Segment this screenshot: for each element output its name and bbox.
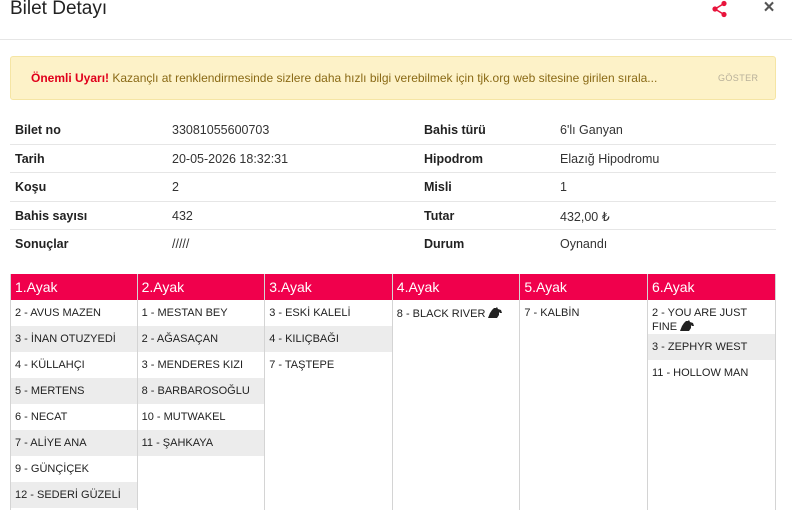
info-row: Bilet no 33081055600703 Bahis türü 6'lı Gan… <box>10 116 776 145</box>
horse-item: 4 - KÜLLAHÇI <box>11 352 137 378</box>
horse-name: 3 - ESKİ KALELİ <box>269 307 351 319</box>
ticket-info-table: Bilet no 33081055600703 Bahis türü 6'lı Gan… <box>10 116 776 259</box>
leg-column-3: 3.Ayak 3 - ESKİ KALELİ 4 - KILIÇBAĞI 7 - TA… <box>265 274 393 510</box>
horse-item: 8 - BARBAROSOĞLU <box>137 378 265 404</box>
info-value: 33081055600703 <box>172 123 270 137</box>
info-row: Sonuçlar ///// Durum Oynandı <box>10 230 776 259</box>
leg-column-5: 5.Ayak 7 - KALBİN <box>520 274 648 510</box>
horse-item: 4 - KILIÇBAĞI <box>265 326 392 352</box>
info-value: ///// <box>172 237 190 252</box>
info-value: 20-05-2026 18:32:31 <box>172 151 289 166</box>
horse-item: 1 - MESTAN BEY <box>138 300 265 326</box>
info-value: 432 <box>172 208 193 223</box>
horse-name: 2 - AVUS MAZEN <box>15 307 101 319</box>
horse-item: 7 - TAŞTEPE <box>265 352 392 378</box>
horse-name: 10 - MUTWAKEL <box>141 411 226 423</box>
leg-header: 3.Ayak <box>265 274 392 300</box>
horse-name: 1 - MESTAN BEY <box>141 307 228 319</box>
horse-name: 11 - HOLLOW MAN <box>651 367 749 379</box>
horse-name: 7 - KALBİN <box>524 307 580 319</box>
modal-header: Bilet Detayı × <box>0 0 792 40</box>
info-row: Tarih 20-05-2026 18:32:31 Hipodrom Elazığ H… <box>10 145 776 174</box>
alert-message: Önemli Uyarı! Kazançlı at renklendirmesi… <box>31 71 691 85</box>
alert-body: Kazançlı at renklendirmesinde sizlere da… <box>112 71 658 85</box>
horse-item: 5 - MERTENS <box>11 378 137 404</box>
horse-item: 11 - HOLLOW MAN <box>648 360 775 386</box>
leg-column-4: 4.Ayak 8 - BLACK RIVER <box>392 274 521 510</box>
horse-name: 8 - BLACK RIVER <box>396 308 486 320</box>
horse-name: 7 - TAŞTEPE <box>269 359 335 371</box>
info-label: Bilet no <box>15 123 61 137</box>
horse-name: 3 - MENDERES KIZI <box>141 359 244 371</box>
leg-column-2: 2.Ayak 1 - MESTAN BEY 2 - AĞASAÇAN 3 - MEND… <box>137 274 266 510</box>
info-value: 1 <box>560 180 567 195</box>
info-value: Elazığ Hipodromu <box>560 151 660 166</box>
horse-name: 2 - AĞASAÇAN <box>141 333 219 345</box>
horse-item: 6 - NECAT <box>11 404 137 430</box>
horse-item: 7 - ALİYE ANA <box>11 430 137 456</box>
horse-item: 3 - ESKİ KALELİ <box>265 300 392 326</box>
horse-name: 4 - KÜLLAHÇI <box>15 359 85 371</box>
info-label: Bahis sayısı <box>15 208 88 223</box>
horse-item: 7 - KALBİN <box>520 300 647 326</box>
warning-alert: Önemli Uyarı! Kazançlı at renklendirmesi… <box>10 56 776 100</box>
horse-item: 8 - BLACK RIVER <box>393 300 520 326</box>
info-label: Koşu <box>15 180 47 195</box>
info-label: Bahis türü <box>424 123 486 137</box>
horse-item: 3 - İNAN OTUZYEDİ <box>11 326 137 352</box>
info-label: Tarih <box>15 151 45 166</box>
close-icon[interactable]: × <box>760 0 778 17</box>
horse-item: 11 - ŞAHKAYA <box>137 430 265 456</box>
info-value: Oynandı <box>560 237 608 252</box>
horse-name: 11 - ŞAHKAYA <box>141 437 214 449</box>
info-label: Durum <box>424 237 465 252</box>
info-label: Tutar <box>424 208 455 223</box>
info-value: 6'lı Ganyan <box>560 123 623 137</box>
horse-name: 7 - ALİYE ANA <box>15 437 87 449</box>
info-value: 2 <box>172 180 179 195</box>
horse-name: 8 - BARBAROSOĞLU <box>141 385 250 397</box>
horse-name: 3 - ZEPHYR WEST <box>651 341 748 353</box>
horse-name: 5 - MERTENS <box>15 385 85 397</box>
info-label: Hipodrom <box>424 151 484 166</box>
pony-icon <box>679 320 695 332</box>
legs-grid: 1.Ayak 2 - AVUS MAZEN 3 - İNAN OTUZYEDİ 4 -… <box>10 274 776 516</box>
horse-item: 10 - MUTWAKEL <box>138 404 265 430</box>
share-icon[interactable] <box>710 0 730 18</box>
alert-title: Önemli Uyarı! <box>31 71 110 85</box>
show-button[interactable]: GÖSTER <box>718 73 758 83</box>
leg-column-6: 6.Ayak 2 - YOU ARE JUST FINE 3 - ZEPHYR WE… <box>647 274 776 510</box>
horse-name: 6 - NECAT <box>15 411 68 423</box>
horse-item: 2 - AVUS MAZEN <box>11 300 137 326</box>
leg-header: 1.Ayak <box>11 274 137 300</box>
horse-name: 12 - SEDERİ GÜZELİ <box>15 489 121 501</box>
leg-header: 4.Ayak <box>392 274 520 300</box>
horse-name: 3 - İNAN OTUZYEDİ <box>15 333 116 345</box>
horse-item: 3 - ZEPHYR WEST <box>647 334 775 360</box>
horse-name: 9 - GÜNÇİÇEK <box>15 463 89 475</box>
horse-item: 12 - SEDERİ GÜZELİ <box>11 482 137 508</box>
leg-header: 6.Ayak <box>647 274 775 300</box>
leg-header: 5.Ayak <box>520 274 647 300</box>
info-value: 432,00 ₺ <box>560 209 610 224</box>
horse-item: 9 - GÜNÇİÇEK <box>11 456 137 482</box>
horse-name: 4 - KILIÇBAĞI <box>269 333 339 345</box>
leg-column-1: 1.Ayak 2 - AVUS MAZEN 3 - İNAN OTUZYEDİ 4 -… <box>10 274 138 510</box>
horse-name: 2 - YOU ARE JUST FINE <box>651 307 747 333</box>
page-title: Bilet Detayı <box>10 0 108 19</box>
pony-icon <box>487 307 503 319</box>
info-label: Misli <box>424 180 452 195</box>
horse-item: 2 - YOU ARE JUST FINE <box>648 300 775 334</box>
leg-header: 2.Ayak <box>137 274 265 300</box>
horse-item: 2 - AĞASAÇAN <box>137 326 265 352</box>
horse-item: 3 - MENDERES KIZI <box>138 352 265 378</box>
info-label: Sonuçlar <box>15 237 69 252</box>
info-row: Koşu 2 Misli 1 <box>10 173 776 202</box>
info-row: Bahis sayısı 432 Tutar 432,00 ₺ <box>10 202 776 231</box>
